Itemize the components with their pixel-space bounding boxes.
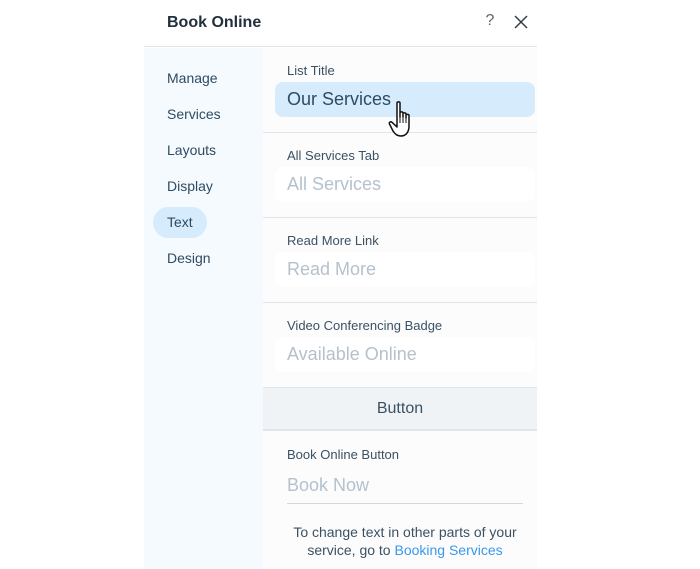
book-online-button-input[interactable]: Book Now <box>287 472 523 504</box>
all-services-tab-label: All Services Tab <box>287 148 380 163</box>
close-button[interactable] <box>514 15 528 29</box>
list-title-section: List Title Our Services <box>263 48 537 133</box>
button-section-header: Button <box>263 387 537 431</box>
video-badge-section: Video Conferencing Badge Available Onlin… <box>263 303 537 388</box>
book-online-button-label: Book Online Button <box>287 447 400 462</box>
list-title-input[interactable]: Our Services <box>275 82 535 117</box>
sidebar-item-services[interactable]: Services <box>153 99 235 130</box>
sidebar-item-text[interactable]: Text <box>153 207 207 238</box>
sidebar-nav: Manage Services Layouts Display Text Des… <box>144 48 263 569</box>
help-button[interactable]: ? <box>482 12 498 32</box>
sidebar-item-manage[interactable]: Manage <box>153 63 232 94</box>
list-title-label: List Title <box>287 63 335 78</box>
text-settings-content: List Title Our Services All Services Tab… <box>263 48 537 569</box>
panel-header: Book Online ? <box>144 0 537 47</box>
all-services-tab-section: All Services Tab All Services <box>263 133 537 218</box>
all-services-tab-input[interactable]: All Services <box>275 167 535 202</box>
video-badge-label: Video Conferencing Badge <box>287 318 443 333</box>
sidebar-item-display[interactable]: Display <box>153 171 227 202</box>
sidebar-item-design[interactable]: Design <box>153 243 225 274</box>
sidebar-item-layouts[interactable]: Layouts <box>153 135 230 166</box>
read-more-link-label: Read More Link <box>287 233 379 248</box>
book-online-settings-panel: Book Online ? Manage Services Layouts Di… <box>144 0 537 569</box>
booking-services-link[interactable]: Booking Services <box>394 542 502 558</box>
question-mark-icon: ? <box>485 12 495 29</box>
read-more-link-section: Read More Link Read More <box>263 218 537 303</box>
footer-note: To change text in other parts of your se… <box>275 523 535 559</box>
read-more-link-input[interactable]: Read More <box>275 252 535 287</box>
close-icon <box>514 15 528 29</box>
video-badge-input[interactable]: Available Online <box>275 337 535 372</box>
panel-title: Book Online <box>167 14 262 31</box>
